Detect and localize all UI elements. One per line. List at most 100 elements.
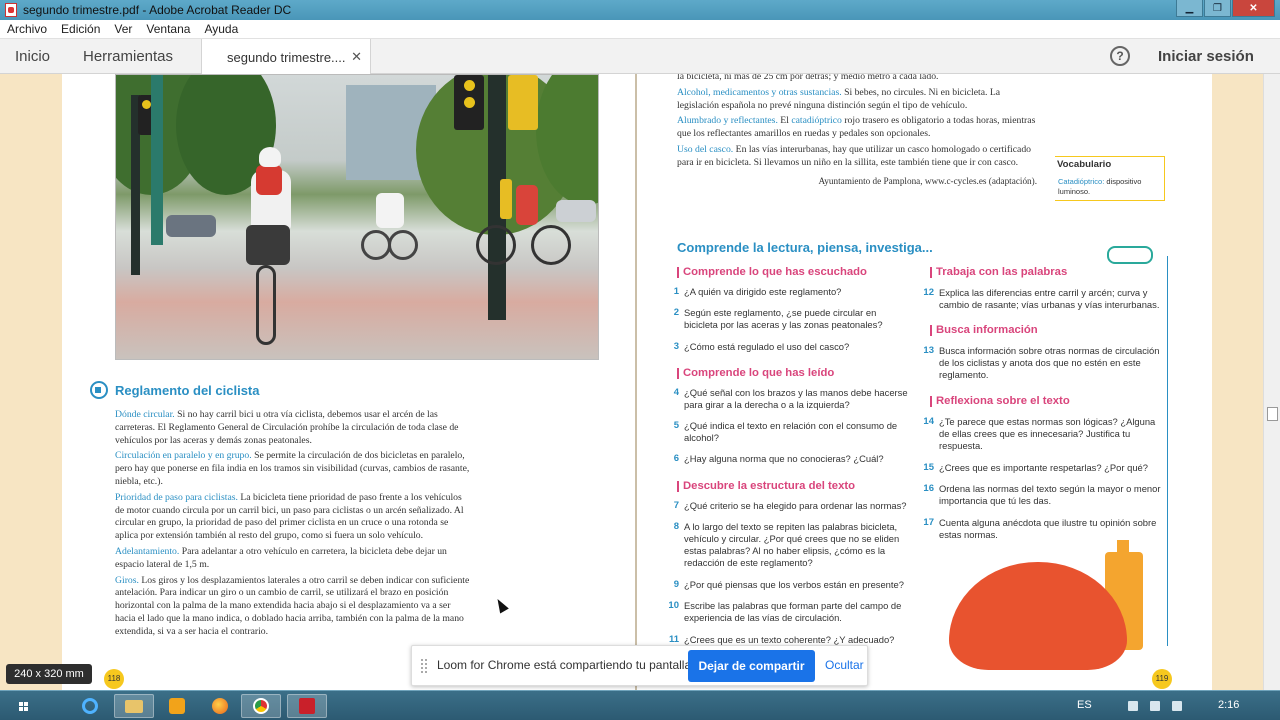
window-title: segundo trimestre.pdf - Adobe Acrobat Re… bbox=[23, 3, 292, 17]
taskbar-media[interactable] bbox=[157, 694, 197, 718]
paragraph: Giros. Los giros y los desplazamientos l… bbox=[115, 575, 473, 639]
screen-share-bar: Loom for Chrome está compartiendo tu pan… bbox=[411, 645, 868, 686]
question-item: 7 ¿Qué criterio se ha elegido para ordena… bbox=[667, 500, 912, 512]
question-number: 9 bbox=[673, 579, 679, 590]
question-item: 9 ¿Por qué piensas que los verbos están e… bbox=[667, 579, 912, 591]
tab-document[interactable]: segundo trimestre.... ✕ bbox=[201, 39, 371, 74]
audio-speaker-icon[interactable] bbox=[90, 381, 108, 399]
activity-frame-line bbox=[1167, 256, 1168, 646]
activities-title: Comprende la lectura, piensa, investiga.… bbox=[676, 238, 933, 255]
taskbar-acrobat[interactable] bbox=[287, 694, 327, 718]
folder-icon bbox=[125, 699, 143, 713]
paragraph: Adelantamiento. Para adelantar a otro ve… bbox=[115, 546, 473, 572]
taskbar-firefox[interactable] bbox=[200, 694, 240, 718]
cyclist-backpack bbox=[256, 165, 282, 195]
tab-bar: Inicio Herramientas segundo trimestre...… bbox=[0, 39, 1280, 74]
drag-handle-icon[interactable] bbox=[421, 659, 427, 673]
cyclist-legs bbox=[246, 225, 290, 265]
start-button[interactable] bbox=[8, 696, 38, 716]
paragraph: Alcohol, medicamentos y otras sustancias… bbox=[677, 87, 1037, 113]
menu-archivo[interactable]: Archivo bbox=[0, 22, 54, 36]
internet-explorer-icon bbox=[82, 698, 98, 714]
tray-flag-icon[interactable] bbox=[1150, 701, 1160, 711]
question-item: 8 A lo largo del texto se repiten las pal… bbox=[667, 521, 912, 569]
subheading-listening: Comprende lo que has escuchado bbox=[677, 266, 867, 278]
page-119: la bicicleta, ni más de 25 cm por detrás… bbox=[637, 74, 1212, 690]
question-item: 1 ¿A quién va dirigido este reglamento? bbox=[667, 286, 912, 298]
title-bar: segundo trimestre.pdf - Adobe Acrobat Re… bbox=[0, 0, 1280, 20]
volume-icon[interactable] bbox=[1172, 701, 1182, 711]
paragraph-keyword: Adelantamiento. bbox=[115, 545, 180, 557]
question-text: ¿Por qué piensas que los verbos están en… bbox=[684, 579, 904, 590]
question-number: 13 bbox=[923, 345, 934, 356]
tab-tools[interactable]: Herramientas bbox=[83, 48, 173, 65]
taskbar-ie[interactable] bbox=[70, 694, 110, 718]
question-item: 6 ¿Hay alguna norma que no conocieras? ¿C… bbox=[667, 453, 912, 465]
question-number: 16 bbox=[923, 483, 934, 494]
page-size-badge: 240 x 320 mm bbox=[6, 664, 92, 684]
question-item: 16 Ordena las normas del texto según la m… bbox=[922, 483, 1165, 507]
question-number: 14 bbox=[923, 416, 934, 427]
page-number: 119 bbox=[1152, 669, 1172, 689]
question-number: 10 bbox=[668, 600, 679, 611]
stop-sharing-button[interactable]: Dejar de compartir bbox=[688, 650, 815, 682]
taskbar-explorer[interactable] bbox=[114, 694, 154, 718]
chrome-icon bbox=[253, 698, 269, 714]
menu-ver[interactable]: Ver bbox=[107, 22, 139, 36]
minimize-button[interactable]: ▁ bbox=[1176, 0, 1203, 17]
traffic-light-lamp bbox=[142, 100, 151, 109]
menu-bar: Archivo Edición Ver Ventana Ayuda bbox=[0, 20, 1280, 39]
close-tab-icon[interactable]: ✕ bbox=[351, 49, 362, 65]
question-number: 7 bbox=[673, 500, 679, 511]
document-viewer[interactable]: Reglamento del ciclista Dónde circular. … bbox=[0, 74, 1280, 690]
menu-ventana[interactable]: Ventana bbox=[139, 22, 197, 36]
helmet-illustration bbox=[949, 562, 1127, 670]
question-item: 15 ¿Crees que es importante respetarlas? … bbox=[922, 462, 1165, 474]
firefox-icon bbox=[212, 698, 228, 714]
question-item: 5 ¿Qué indica el texto en relación con el… bbox=[667, 420, 912, 444]
question-text: ¿Qué indica el texto en relación con el … bbox=[684, 420, 898, 443]
cyclists-photo bbox=[115, 74, 599, 360]
maximize-button[interactable]: ❐ bbox=[1204, 0, 1231, 17]
language-indicator[interactable]: ES bbox=[1077, 699, 1092, 711]
question-text: ¿A quién va dirigido este reglamento? bbox=[684, 286, 842, 297]
traffic-light bbox=[508, 75, 538, 130]
question-item: 14 ¿Te parece que estas normas son lógica… bbox=[922, 416, 1165, 452]
question-text: Busca información sobre otras normas de … bbox=[939, 345, 1160, 380]
cyclist-helmet bbox=[259, 147, 281, 167]
question-list-col1: 1 ¿A quién va dirigido este reglamento? 2… bbox=[667, 286, 912, 656]
bicycle-wheel bbox=[531, 225, 571, 265]
question-text: ¿Cómo está regulado el uso del casco? bbox=[684, 341, 850, 352]
tab-home[interactable]: Inicio bbox=[15, 48, 50, 65]
traffic-light-lamp bbox=[464, 97, 475, 108]
menu-ayuda[interactable]: Ayuda bbox=[197, 22, 245, 36]
subheading-reading: Comprende lo que has leído bbox=[676, 367, 835, 379]
question-item: 2 Según este reglamento, ¿se puede circul… bbox=[667, 307, 912, 331]
hide-button[interactable]: Ocultar bbox=[825, 658, 864, 672]
question-number: 6 bbox=[673, 453, 679, 464]
scrollbar-thumb[interactable] bbox=[1267, 407, 1278, 421]
bicycle-wheel bbox=[388, 230, 418, 260]
question-number: 12 bbox=[923, 287, 934, 298]
vertical-scrollbar[interactable] bbox=[1263, 74, 1280, 690]
question-number: 4 bbox=[673, 387, 679, 398]
subheading-words: Trabaja con las palabras bbox=[929, 266, 1068, 278]
question-text: ¿Te parece que estas normas son lógicas?… bbox=[939, 416, 1156, 451]
parked-car bbox=[556, 200, 596, 222]
question-number: 8 bbox=[673, 521, 679, 532]
taskbar-chrome[interactable] bbox=[241, 694, 281, 718]
question-text: Escribe las palabras que forman parte de… bbox=[684, 600, 902, 623]
paragraph-fragment: la bicicleta, ni más de 25 cm por detrás… bbox=[677, 74, 939, 82]
paragraph: Circulación en paralelo y en grupo. Se p… bbox=[115, 450, 473, 488]
sign-in-link[interactable]: Iniciar sesión bbox=[1158, 48, 1254, 65]
menu-edicion[interactable]: Edición bbox=[54, 22, 107, 36]
question-text: ¿Qué criterio se ha elegido para ordenar… bbox=[684, 500, 907, 511]
tray-arrow-icon[interactable] bbox=[1128, 701, 1138, 711]
question-text: A lo largo del texto se repiten las pala… bbox=[684, 521, 900, 568]
question-text: Ordena las normas del texto según la may… bbox=[939, 483, 1161, 506]
question-item: 3 ¿Cómo está regulado el uso del casco? bbox=[667, 341, 912, 353]
close-window-button[interactable]: ✕ bbox=[1232, 0, 1275, 17]
help-icon[interactable]: ? bbox=[1110, 46, 1130, 66]
paragraph: Alumbrado y reflectantes. El catadióptri… bbox=[677, 115, 1037, 141]
clock[interactable]: 2:16 bbox=[1218, 699, 1239, 711]
